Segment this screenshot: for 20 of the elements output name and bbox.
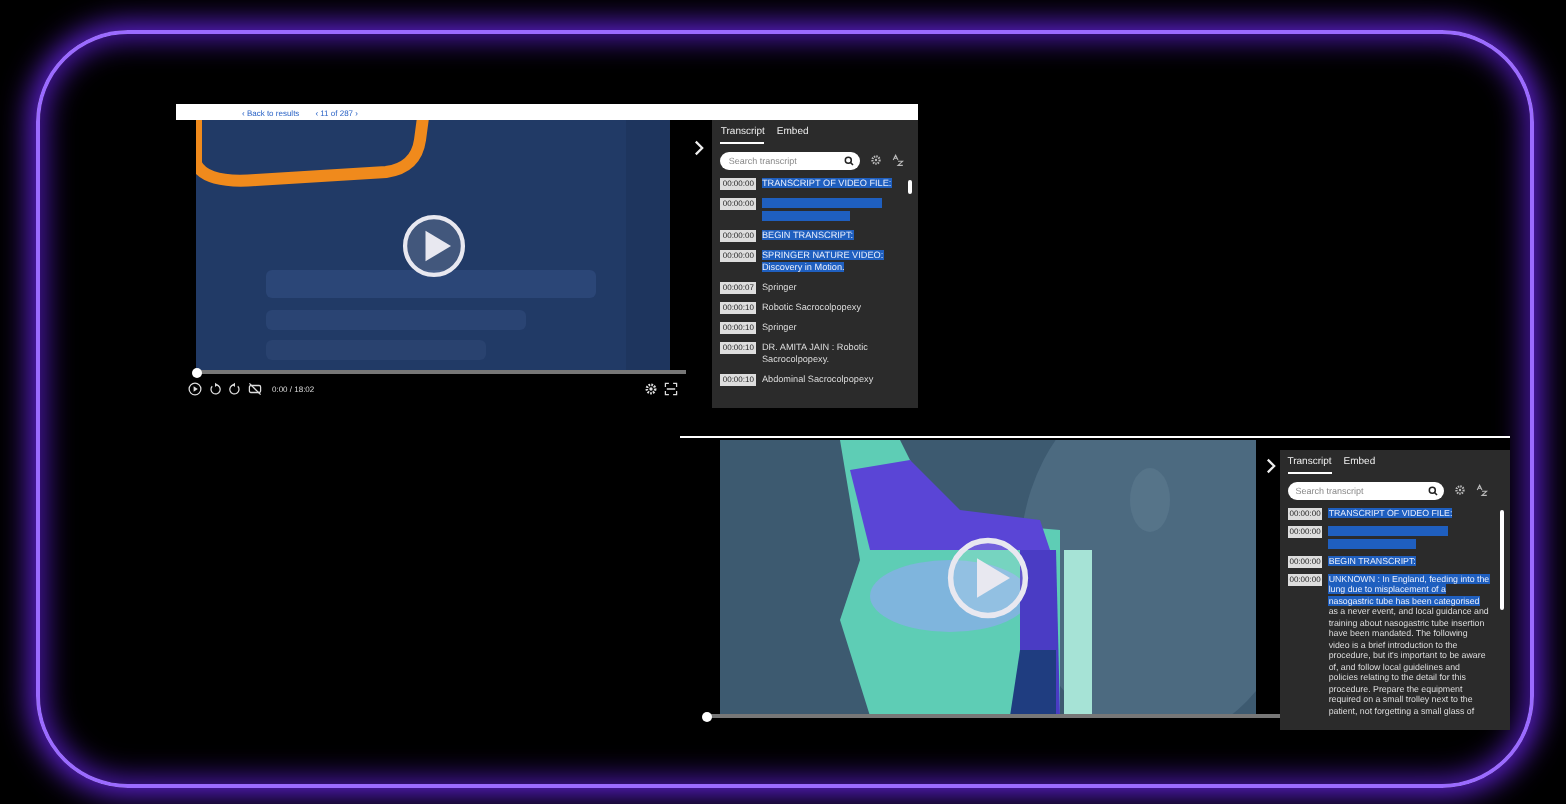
forward-icon[interactable] bbox=[228, 382, 242, 396]
chevron-right-icon[interactable] bbox=[694, 140, 705, 156]
rewind-icon[interactable] bbox=[208, 382, 222, 396]
chevron-right-icon[interactable] bbox=[1266, 458, 1277, 474]
play-icon[interactable] bbox=[188, 382, 202, 396]
settings-icon[interactable] bbox=[1453, 484, 1466, 496]
search-icon[interactable] bbox=[844, 155, 855, 165]
sort-icon[interactable] bbox=[892, 154, 905, 166]
settings-icon[interactable] bbox=[870, 154, 883, 166]
progress-handle[interactable] bbox=[192, 367, 202, 377]
settings-icon[interactable] bbox=[644, 382, 658, 396]
play-overlay-icon[interactable] bbox=[399, 211, 467, 279]
search-icon[interactable] bbox=[1427, 485, 1438, 495]
scrollbar[interactable] bbox=[1500, 510, 1504, 610]
fullscreen-icon[interactable] bbox=[664, 382, 678, 396]
sort-icon[interactable] bbox=[1475, 484, 1488, 496]
progress-handle[interactable] bbox=[702, 711, 712, 721]
scrollbar[interactable] bbox=[908, 180, 912, 194]
captions-off-icon[interactable] bbox=[248, 382, 262, 396]
play-overlay-icon[interactable] bbox=[944, 534, 1032, 622]
